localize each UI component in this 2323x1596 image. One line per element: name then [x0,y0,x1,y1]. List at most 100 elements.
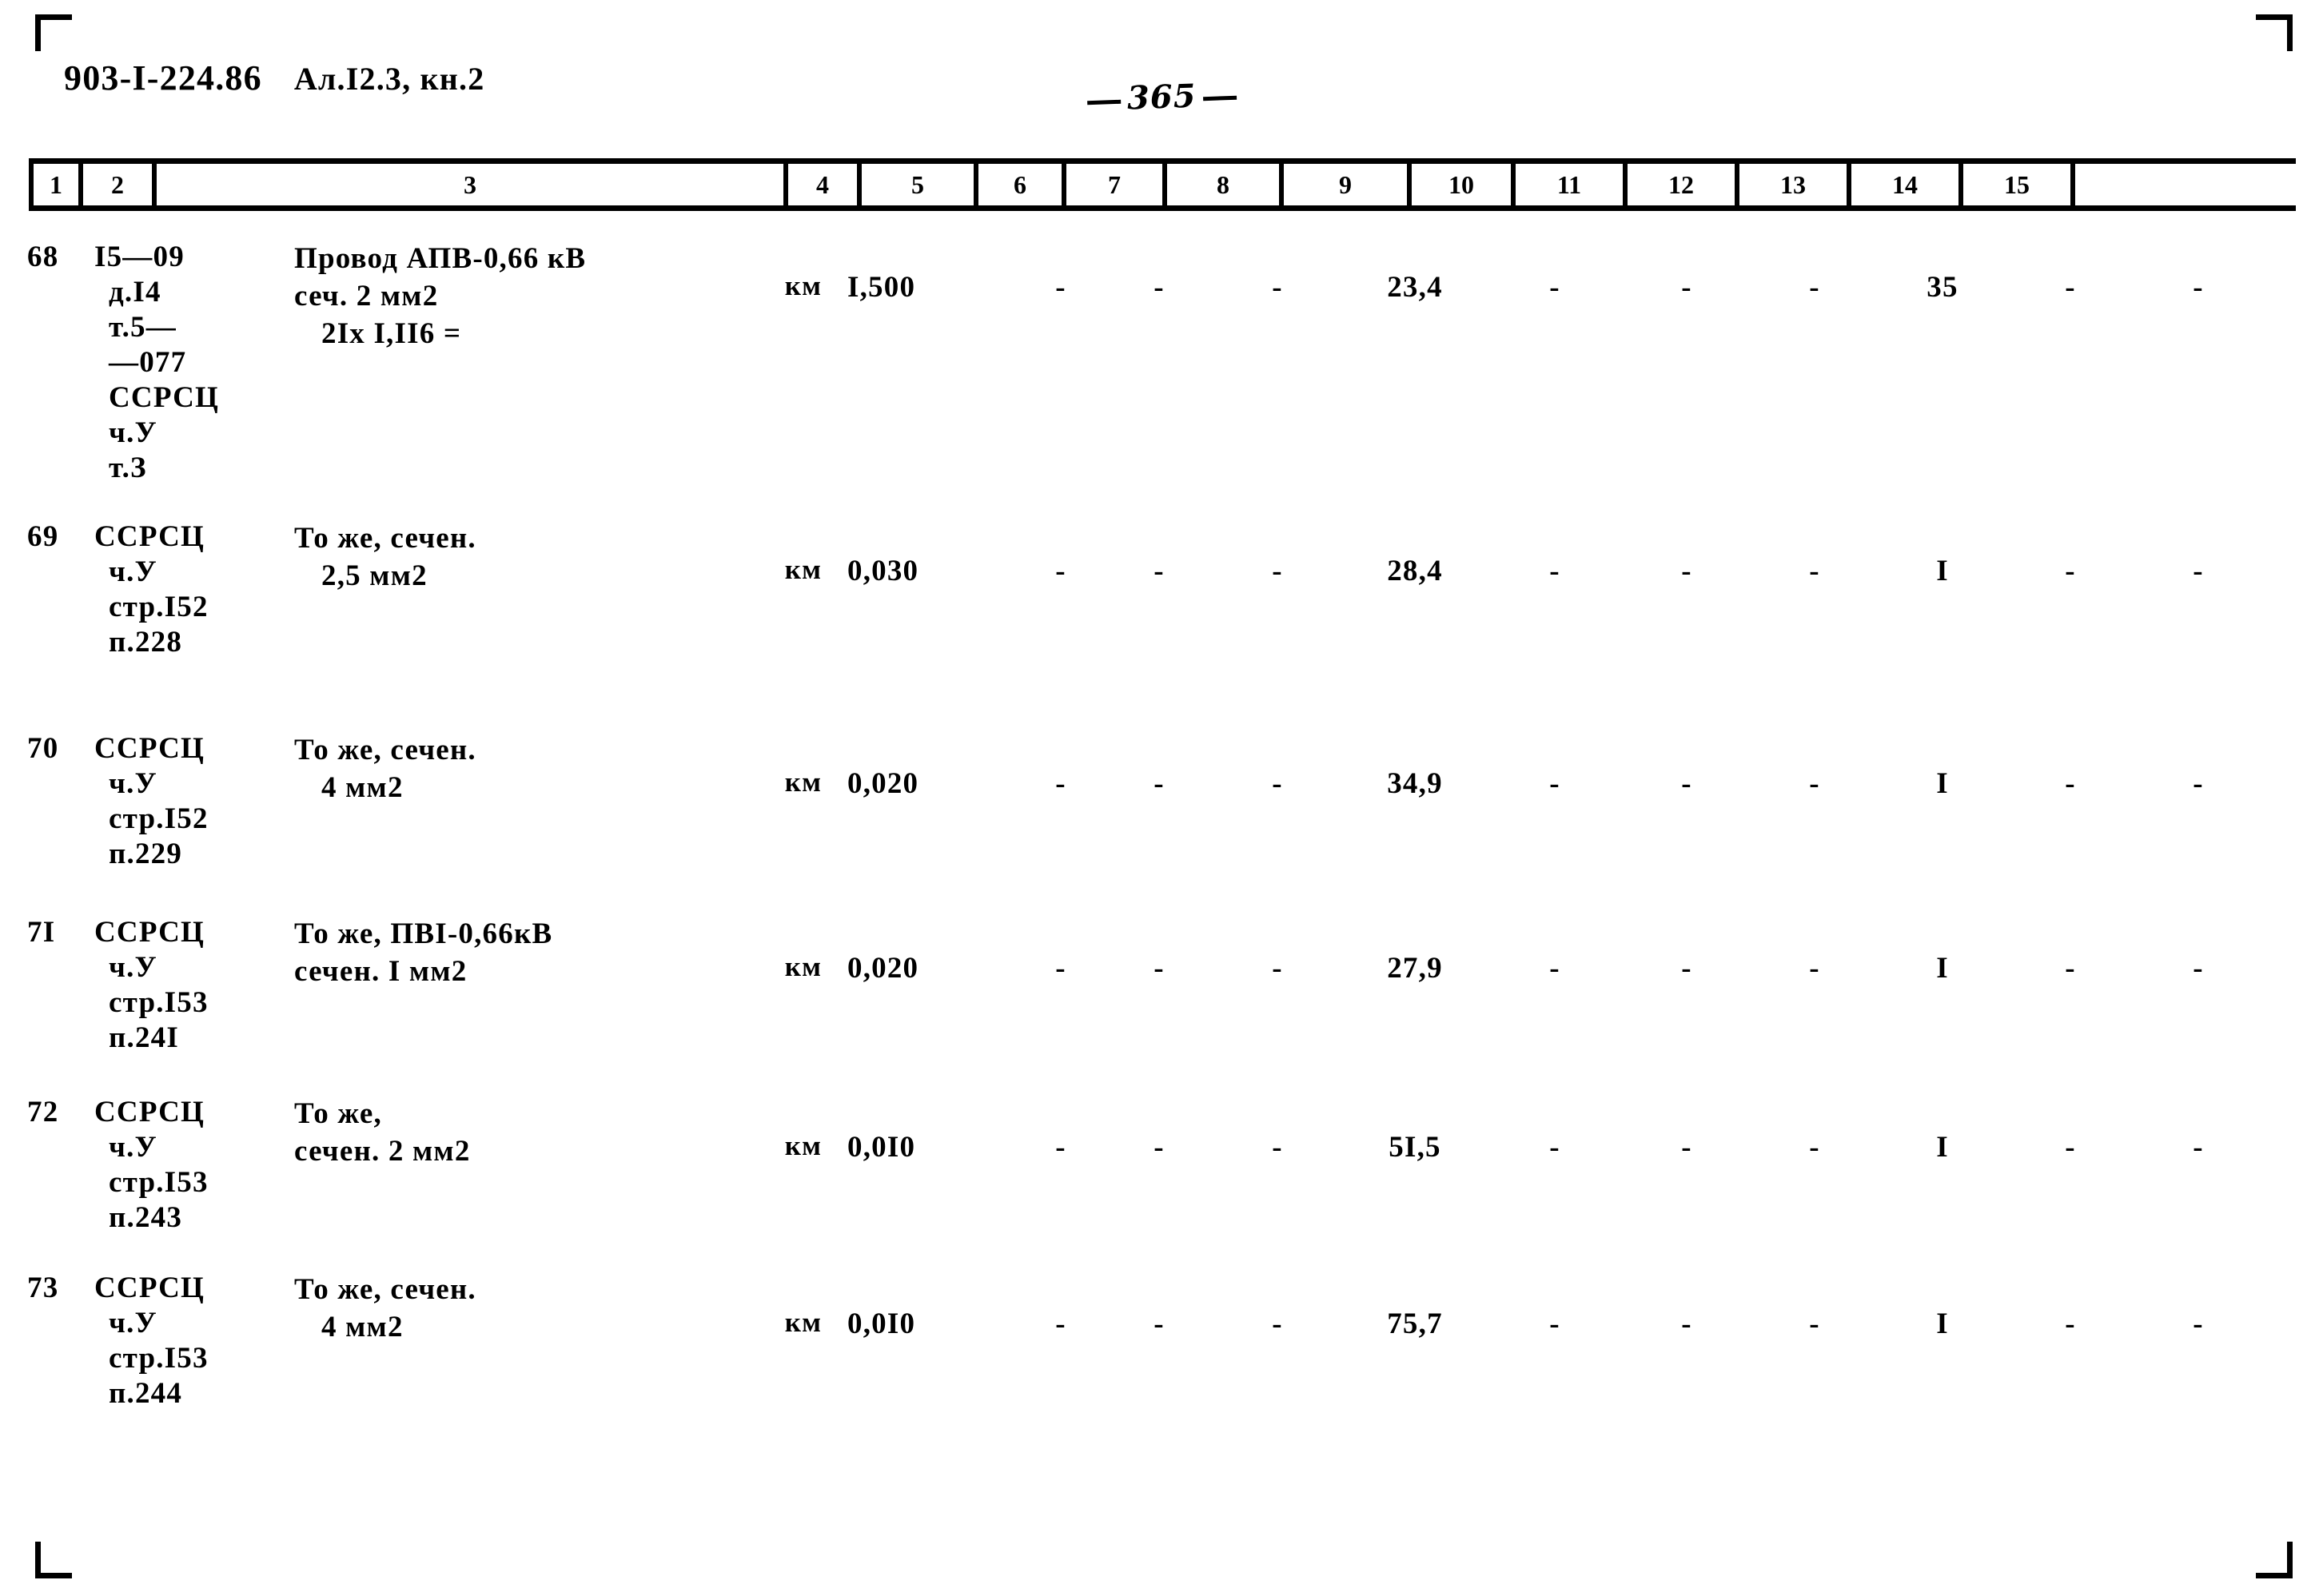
row-number: 70 [27,732,59,765]
row-value-15: - [2193,767,2204,800]
row-value-11: - [1681,1307,1692,1340]
description-line: 4 мм2 [321,771,404,804]
row-value-9: 5I,5 [1389,1131,1441,1164]
row-value-13: I [1936,952,1949,985]
reference-line: стр.I52 [109,802,209,835]
row-value-7: - [1154,555,1165,587]
row-value-11: - [1681,555,1692,587]
reference-line: ч.У [109,1131,157,1164]
row-value-11: - [1681,767,1692,800]
row-value-12: - [1809,1131,1820,1164]
row-value-6: - [1055,952,1066,985]
document-code: 903-I-224.86 [64,58,262,98]
description-line: 4 мм2 [321,1311,404,1343]
row-unit: км [784,270,823,301]
reference-line: ч.У [109,416,157,449]
row-value-6: - [1055,767,1066,800]
row-value-5: 0,030 [847,555,919,587]
row-value-14: - [2065,1307,2076,1340]
description-line: То же, сечен. [294,522,476,555]
table-header-bottom-rule [29,205,2296,211]
reference-line: стр.I53 [109,1342,209,1375]
description-line: 2,5 мм2 [321,559,428,592]
row-reference: I5—09 д.I4 т.5— —077 ССРСЦ ч.У т.З [94,240,278,486]
row-description: То же, сечен. 4 мм2 [294,731,758,806]
row-value-10: - [1549,1307,1560,1340]
document-header: 903-I-224.86 Ал.I2.3, кн.2 [64,58,484,98]
row-value-6: - [1055,1307,1066,1340]
row-value-9: 27,9 [1387,952,1443,985]
row-value-5: 0,020 [847,767,919,800]
row-value-5: I,500 [847,271,916,304]
row-number: 72 [27,1096,59,1128]
reference-line: ч.У [109,951,157,984]
row-value-6: - [1055,271,1066,304]
description-line: сечен. I мм2 [294,955,468,988]
row-value-12: - [1809,767,1820,800]
row-value-15: - [2193,952,2204,985]
page-number-dash-right [1202,95,1237,101]
description-line: сечен. 2 мм2 [294,1135,471,1168]
row-value-6: - [1055,555,1066,587]
row-value-8: - [1272,271,1283,304]
row-value-6: - [1055,1131,1066,1164]
description-line: То же, сечен. [294,1273,476,1306]
row-value-5: 0,020 [847,952,919,985]
row-unit: км [784,766,823,798]
row-description: То же, ПВI-0,66кВ сечен. I мм2 [294,915,758,990]
description-line: сеч. 2 мм2 [294,280,439,312]
scanned-page: 903-I-224.86 Ал.I2.3, кн.2 365 1234567891… [0,0,2323,1596]
reference-line: ССРСЦ [94,1272,205,1304]
description-line: То же, ПВI-0,66кВ [294,917,553,950]
reference-line: т.5— [109,311,177,344]
corner-mark-top-left [35,14,72,51]
page-number: 365 [1086,76,1237,118]
reference-line: т.З [109,452,147,484]
row-value-15: - [2193,555,2204,587]
row-value-11: - [1681,952,1692,985]
row-value-5: 0,0I0 [847,1131,916,1164]
reference-line: —077 [109,346,187,379]
row-value-9: 75,7 [1387,1307,1443,1340]
row-value-10: - [1549,952,1560,985]
reference-line: п.24I [109,1021,179,1054]
row-value-12: - [1809,952,1820,985]
column-header-6: 6 [978,164,1066,205]
column-header-5: 5 [862,164,978,205]
reference-line: I5—09 [94,241,185,273]
row-value-14: - [2065,271,2076,304]
row-value-5: 0,0I0 [847,1307,916,1340]
row-description: Провод АПВ-0,66 кВ сеч. 2 мм2 2Iх I,II6 = [294,240,758,352]
column-header-4: 4 [788,164,862,205]
row-value-7: - [1154,271,1165,304]
description-line: 2Iх I,II6 = [321,317,462,350]
reference-line: ч.У [109,767,157,800]
reference-line: ч.У [109,555,157,588]
corner-mark-top-right [2256,14,2293,51]
table-top-rule [29,158,2296,164]
row-value-8: - [1272,1307,1283,1340]
row-value-14: - [2065,767,2076,800]
row-value-15: - [2193,1307,2204,1340]
row-value-9: 28,4 [1387,555,1443,587]
table-column-header-row: 1 2 3 4 5 6 7 8 9 10 11 12 13 14 15 [29,164,2296,205]
row-value-12: - [1809,271,1820,304]
row-value-14: - [2065,952,2076,985]
column-header-14: 14 [1851,164,1963,205]
reference-line: ССРСЦ [94,732,205,765]
row-value-7: - [1154,1131,1165,1164]
column-header-11: 11 [1516,164,1628,205]
reference-line: ССРСЦ [94,916,205,949]
corner-mark-bottom-left [35,1542,72,1578]
row-value-15: - [2193,271,2204,304]
reference-line: стр.I53 [109,1166,209,1199]
reference-line: ССРСЦ [94,520,205,553]
description-line: То же, [294,1097,382,1130]
row-value-10: - [1549,1131,1560,1164]
row-value-10: - [1549,271,1560,304]
column-header-8: 8 [1167,164,1284,205]
column-header-2: 2 [83,164,157,205]
column-header-1: 1 [29,164,83,205]
row-description: То же, сечен. 4 мм2 [294,1271,758,1346]
row-description: То же, сечен. 2 мм2 [294,1095,758,1170]
